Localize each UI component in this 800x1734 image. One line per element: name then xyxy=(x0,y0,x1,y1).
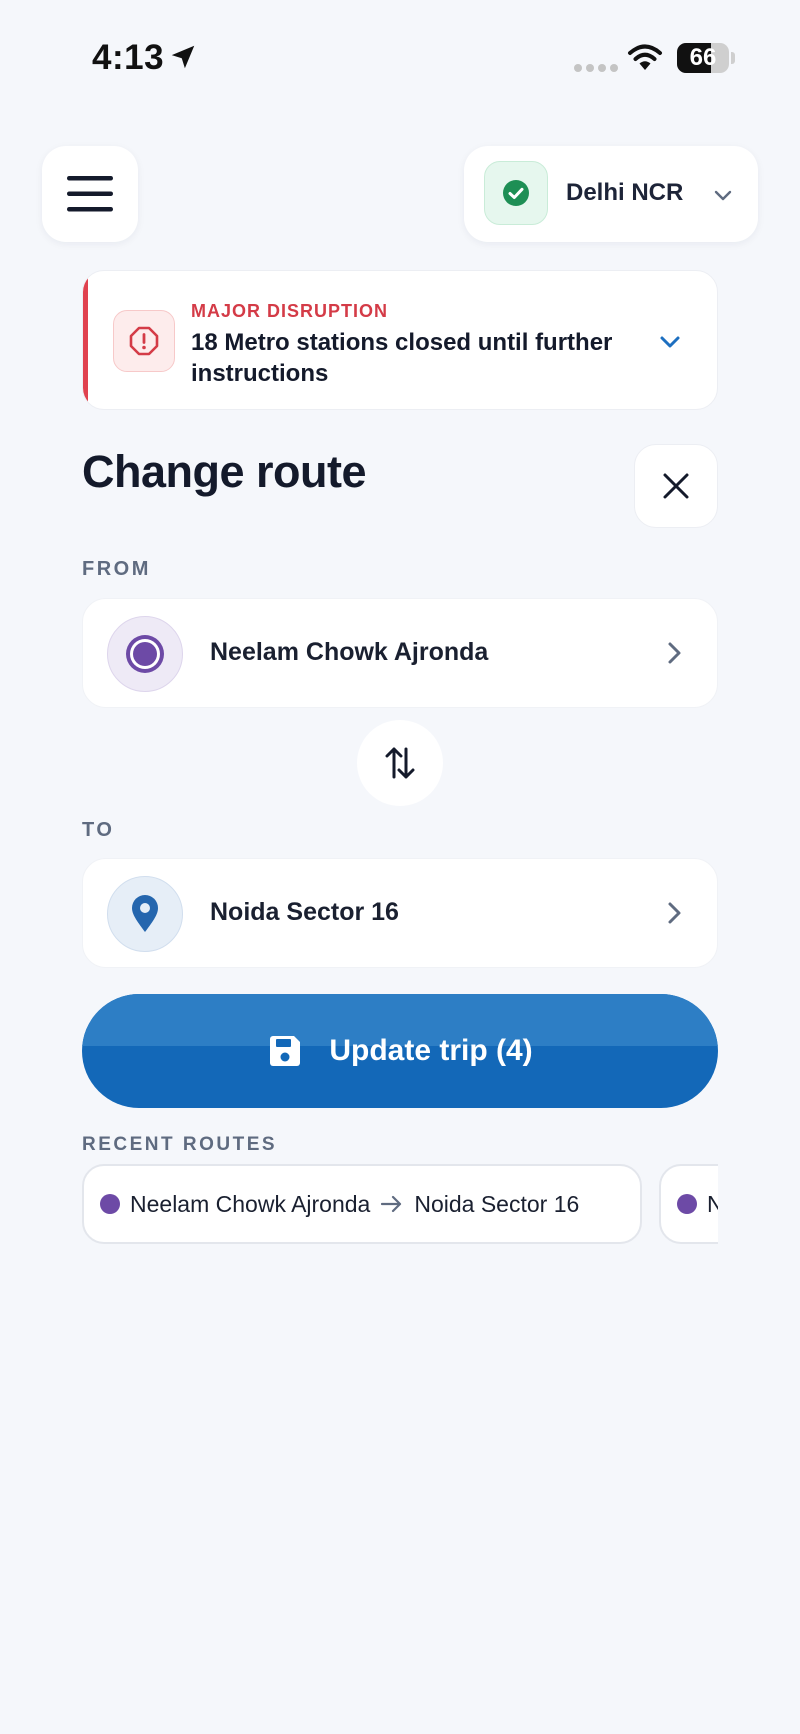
recent-routes-list[interactable]: Neelam Chowk Ajronda Noida Sector 16 N xyxy=(82,1164,718,1246)
chevron-down-icon xyxy=(714,190,732,201)
chevron-down-icon[interactable] xyxy=(657,329,683,355)
chevron-right-icon xyxy=(668,642,681,664)
menu-button[interactable] xyxy=(42,146,138,242)
alert-icon-box xyxy=(113,310,175,372)
swap-vertical-icon xyxy=(385,747,415,779)
status-time: 4:13 xyxy=(92,38,165,77)
region-label: Delhi NCR xyxy=(566,179,684,206)
alert-octagon-icon xyxy=(129,326,159,356)
battery-icon: 66 xyxy=(677,43,729,73)
recent-route-chip[interactable]: Neelam Chowk Ajronda Noida Sector 16 xyxy=(82,1164,642,1244)
alert-message: 18 Metro stations closed until further i… xyxy=(191,329,613,387)
update-trip-label: Update trip (4) xyxy=(329,1034,533,1067)
to-section-label: TO xyxy=(82,819,115,841)
chevron-right-icon xyxy=(668,902,681,924)
location-arrow-icon xyxy=(171,45,195,69)
region-selector[interactable]: Delhi NCR xyxy=(464,146,758,242)
wifi-icon xyxy=(628,44,662,70)
to-station-name: Noida Sector 16 xyxy=(210,898,399,926)
origin-icon-badge xyxy=(107,616,183,692)
destination-icon-badge xyxy=(107,876,183,952)
alert-accent-stripe xyxy=(83,271,88,409)
update-trip-button[interactable]: Update trip (4) xyxy=(82,994,718,1108)
battery-level: 66 xyxy=(689,44,717,71)
route-color-dot xyxy=(100,1194,120,1214)
recent-route-to: Noida Sector 16 xyxy=(414,1190,580,1217)
to-station-field[interactable]: Noida Sector 16 xyxy=(82,858,718,968)
from-station-name: Neelam Chowk Ajronda xyxy=(210,638,489,666)
save-icon xyxy=(270,1036,301,1066)
map-pin-icon xyxy=(132,895,158,932)
close-icon xyxy=(663,473,689,499)
signal-icon xyxy=(574,64,618,72)
recent-route-chip[interactable]: N xyxy=(659,1164,718,1244)
region-status-badge xyxy=(484,161,548,225)
arrow-right-icon xyxy=(381,1195,402,1213)
hamburger-menu-icon xyxy=(67,176,113,212)
recent-route-from: Neelam Chowk Ajronda xyxy=(130,1190,371,1217)
from-section-label: FROM xyxy=(82,558,151,580)
check-circle-icon xyxy=(503,180,529,206)
status-bar: 4:13 66 xyxy=(0,0,800,110)
recent-routes-label: RECENT ROUTES xyxy=(82,1134,278,1155)
from-station-field[interactable]: Neelam Chowk Ajronda xyxy=(82,598,718,708)
close-button[interactable] xyxy=(634,444,718,528)
swap-stations-button[interactable] xyxy=(357,720,443,806)
page-title: Change route xyxy=(82,446,367,497)
origin-circle-icon xyxy=(126,635,164,673)
route-color-dot xyxy=(677,1194,697,1214)
alert-eyebrow: MAJOR DISRUPTION xyxy=(191,301,389,321)
disruption-alert[interactable]: MAJOR DISRUPTION 18 Metro stations close… xyxy=(82,270,718,410)
recent-route-from: N xyxy=(707,1190,718,1217)
